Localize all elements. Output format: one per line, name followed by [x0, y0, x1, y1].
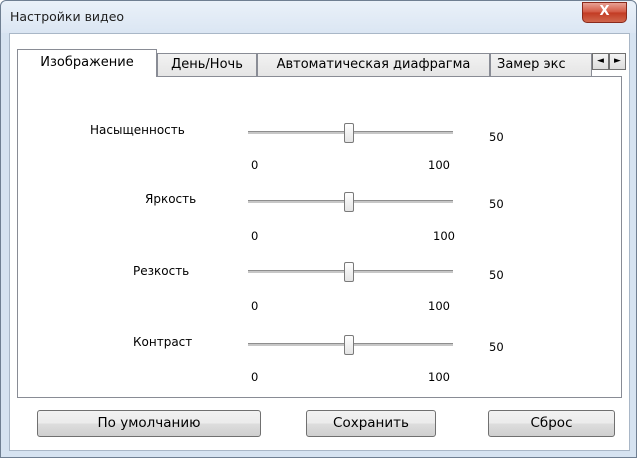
close-button[interactable]: X	[582, 2, 627, 23]
slider-value: 50	[489, 268, 504, 282]
slider-label: Контраст	[133, 335, 193, 349]
brightness-slider-thumb[interactable]	[344, 192, 354, 212]
save-button[interactable]: Сохранить	[306, 410, 436, 437]
close-icon: X	[599, 4, 610, 19]
slider-min-label: 0	[251, 158, 259, 172]
slider-max-label: 100	[428, 299, 450, 313]
button-label: Сброс	[530, 415, 573, 431]
button-label: Сохранить	[333, 415, 409, 431]
title-bar[interactable]: Настройки видео X	[1, 1, 636, 33]
tab-image[interactable]: Изображение	[17, 49, 157, 77]
tab-exposure-metering[interactable]: Замер экс	[490, 53, 592, 76]
slider-max-label: 100	[428, 370, 450, 384]
tab-label: Автоматическая диафрагма	[276, 57, 471, 72]
window-title: Настройки видео	[10, 9, 125, 24]
button-label: По умолчанию	[97, 415, 201, 431]
slider-value: 50	[489, 130, 504, 144]
slider-value: 50	[489, 340, 504, 354]
tab-label: День/Ночь	[171, 57, 243, 72]
slider-max-label: 100	[428, 158, 450, 172]
slider-value: 50	[489, 197, 504, 211]
tab-scroll-left-button[interactable]: ◄	[592, 53, 609, 70]
tab-day-night[interactable]: День/Ночь	[157, 53, 257, 76]
slider-label: Резкость	[133, 264, 190, 278]
tab-auto-iris[interactable]: Автоматическая диафрагма	[257, 53, 490, 76]
contrast-slider-thumb[interactable]	[344, 335, 354, 355]
saturation-slider-thumb[interactable]	[344, 123, 354, 143]
slider-min-label: 0	[251, 299, 259, 313]
arrow-right-icon: ►	[614, 56, 621, 66]
reset-button[interactable]: Сброс	[488, 410, 615, 437]
tab-scroll-right-button[interactable]: ►	[609, 53, 626, 70]
arrow-left-icon: ◄	[597, 56, 604, 66]
slider-min-label: 0	[251, 370, 259, 384]
tab-label: Замер экс	[497, 57, 566, 72]
sharpness-slider-thumb[interactable]	[344, 262, 354, 282]
slider-label: Насыщенность	[90, 123, 185, 137]
tab-label: Изображение	[40, 55, 134, 70]
slider-label: Яркость	[145, 192, 197, 206]
slider-min-label: 0	[251, 229, 259, 243]
slider-max-label: 100	[433, 229, 455, 243]
default-button[interactable]: По умолчанию	[37, 410, 261, 437]
